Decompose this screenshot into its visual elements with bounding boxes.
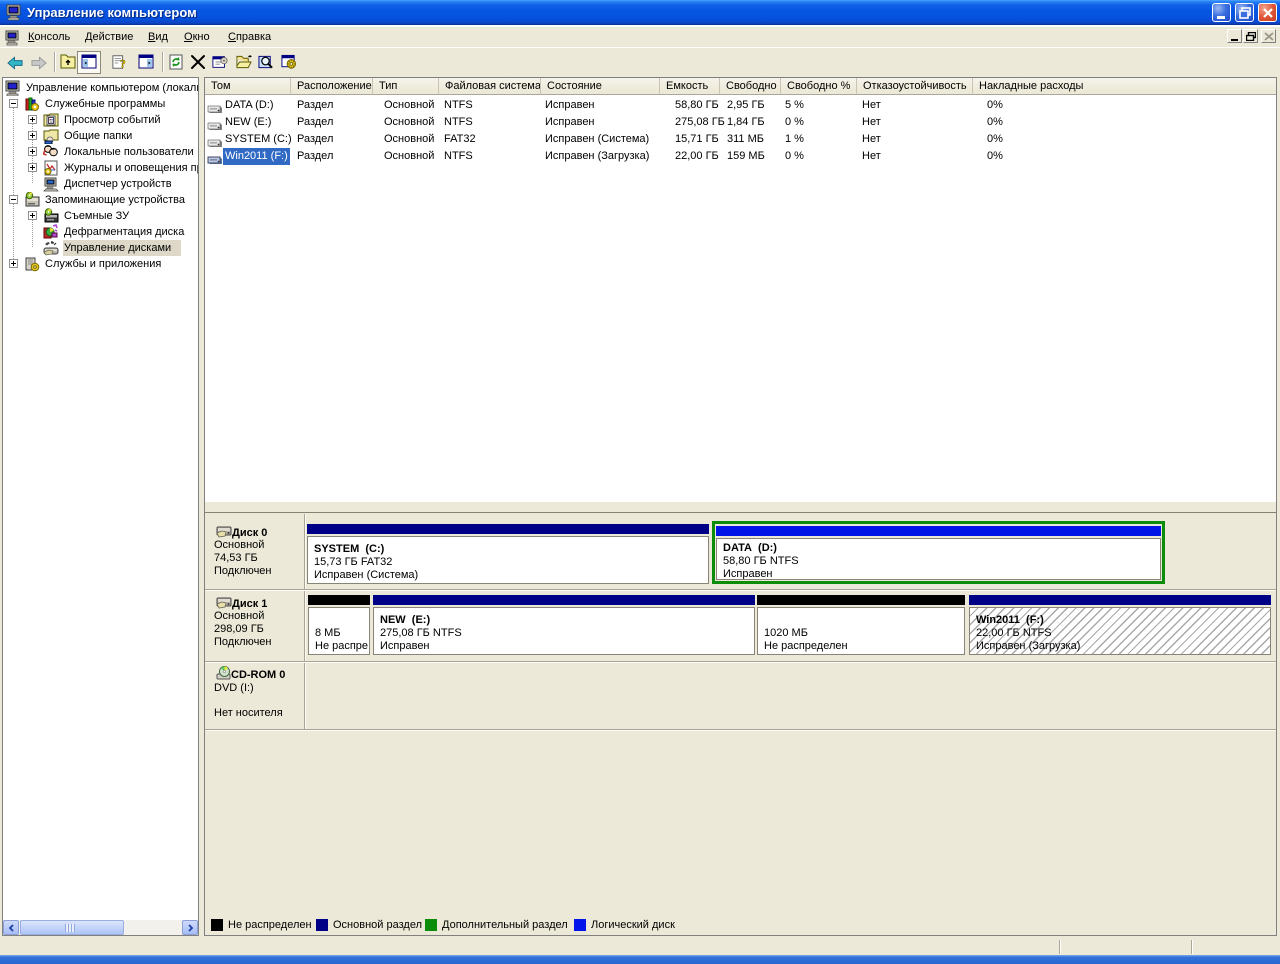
svg-text:?: ? xyxy=(120,58,126,70)
